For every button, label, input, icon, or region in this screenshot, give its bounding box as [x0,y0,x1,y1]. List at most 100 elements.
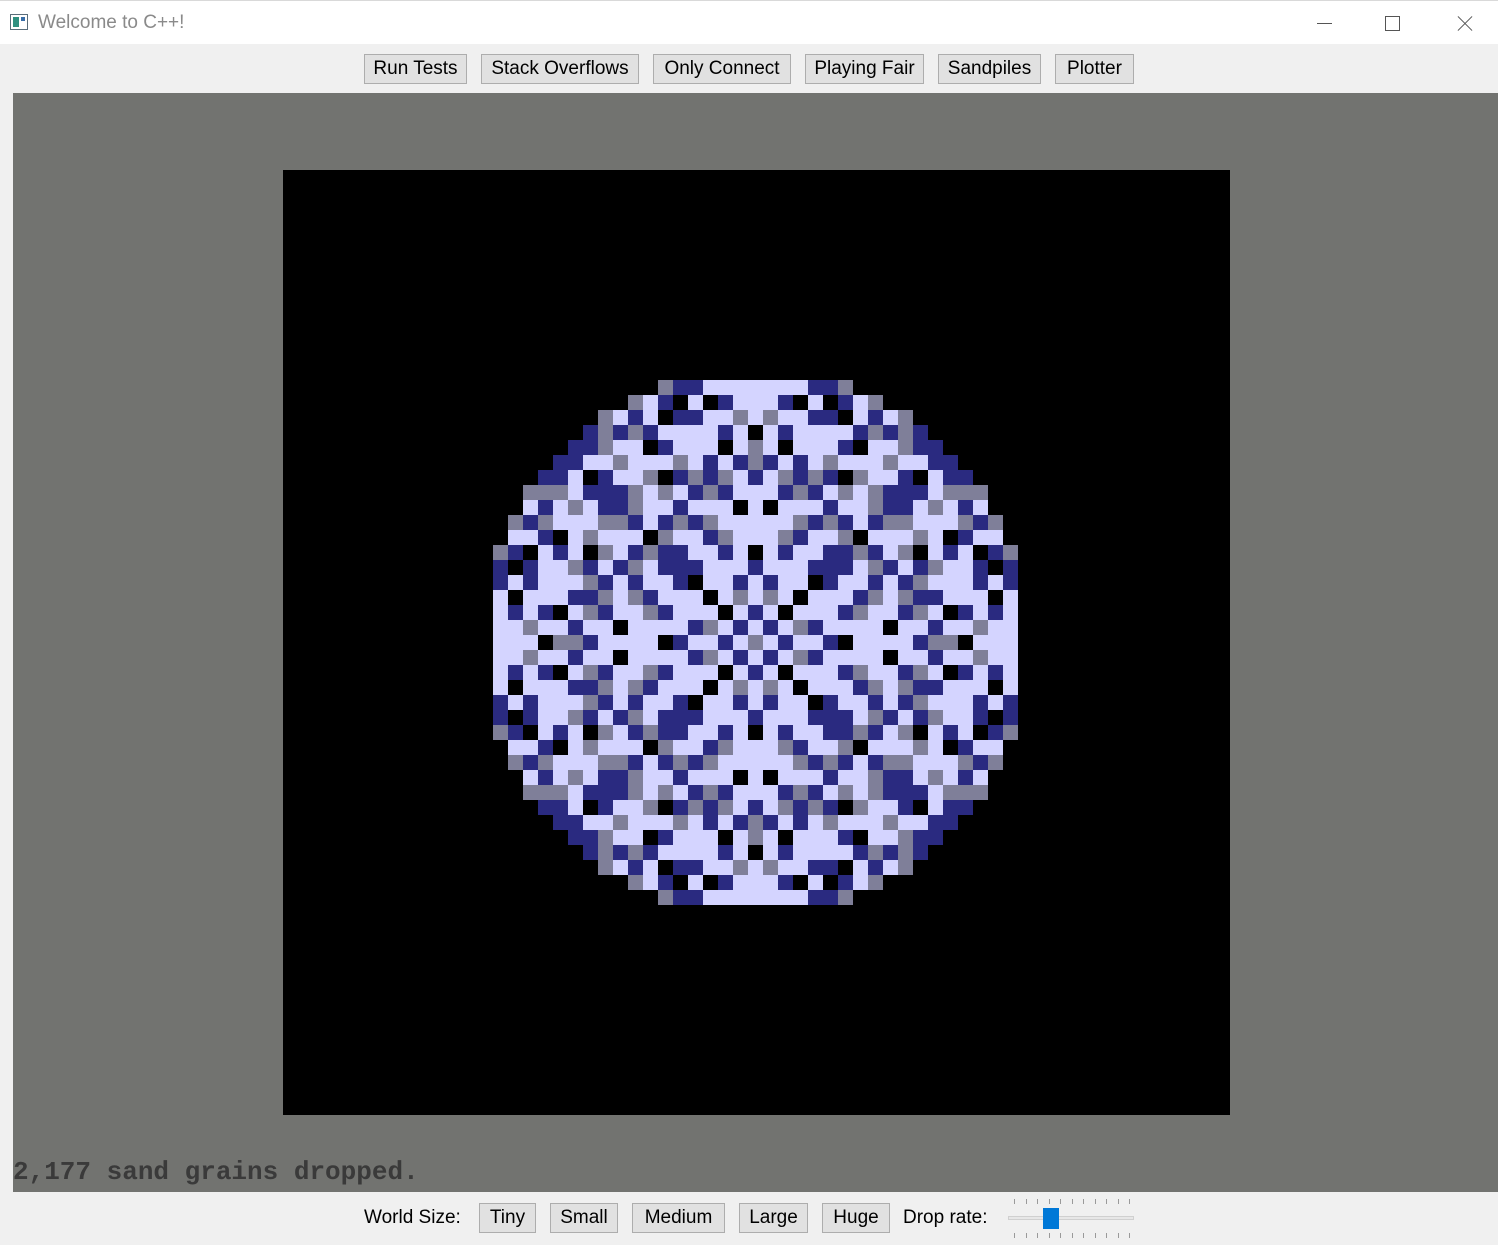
stack-overflows-button[interactable]: Stack Overflows [481,54,639,84]
sand-cell [523,665,538,680]
size-large-button[interactable]: Large [739,1203,808,1233]
sand-cell [673,740,688,755]
sand-cell [628,605,643,620]
sand-cell [523,590,538,605]
sand-cell [898,815,913,830]
sand-cell [988,755,1003,770]
drop-rate-slider[interactable] [1008,1199,1134,1239]
sand-cell [703,545,718,560]
sand-cell [883,440,898,455]
sand-cell [808,875,823,890]
sand-cell [493,605,508,620]
sand-cell [733,815,748,830]
sand-cell [673,380,688,395]
sand-cell [673,665,688,680]
sand-cell [928,500,943,515]
sand-cell [823,845,838,860]
sand-cell [868,815,883,830]
sand-cell [778,770,793,785]
sand-cell [763,605,778,620]
sand-cell [673,800,688,815]
sand-cell [973,530,988,545]
sand-cell [688,455,703,470]
sand-cell [808,800,823,815]
sand-cell [973,710,988,725]
sand-cell [508,755,523,770]
slider-thumb[interactable] [1043,1208,1060,1229]
sand-cell [733,860,748,875]
sand-cell [613,470,628,485]
sandpile-canvas[interactable] [283,170,1230,1115]
sand-cell [853,860,868,875]
sand-cell [958,695,973,710]
sand-cell [838,845,853,860]
size-tiny-button[interactable]: Tiny [479,1203,536,1233]
close-icon[interactable] [1433,1,1493,45]
sand-cell [943,455,958,470]
sand-cell [793,620,808,635]
sand-cell [583,845,598,860]
sand-cell [823,860,838,875]
sand-cell [643,395,658,410]
sand-cell [973,785,988,800]
plotter-button[interactable]: Plotter [1055,54,1134,84]
sand-cell [643,785,658,800]
sand-cell [763,800,778,815]
sand-cell [823,620,838,635]
sand-cell [628,830,643,845]
sand-cell [763,425,778,440]
sand-cell [733,530,748,545]
sand-cell [1003,650,1018,665]
sand-cell [868,680,883,695]
sand-cell [703,380,718,395]
sand-cell [883,860,898,875]
sand-cell [628,845,643,860]
sand-cell [673,830,688,845]
sand-cell [613,740,628,755]
sand-cell [493,665,508,680]
run-tests-button[interactable]: Run Tests [364,54,467,84]
only-connect-button[interactable]: Only Connect [653,54,791,84]
sand-cell [853,845,868,860]
sand-cell [628,410,643,425]
size-small-button[interactable]: Small [550,1203,618,1233]
sand-cell [628,575,643,590]
sand-cell [853,485,868,500]
sand-cell [913,575,928,590]
sand-cell [688,785,703,800]
sand-cell [673,680,688,695]
sand-cell [568,545,583,560]
sand-cell [808,500,823,515]
sand-cell [673,710,688,725]
sand-cell [808,425,823,440]
sand-cell [643,470,658,485]
size-huge-button[interactable]: Huge [822,1203,890,1233]
slider-track [1008,1216,1134,1220]
sand-cell [598,410,613,425]
sand-cell [508,515,523,530]
sand-cell [883,740,898,755]
sand-cell [868,875,883,890]
maximize-icon[interactable] [1362,1,1422,45]
sand-cell [628,470,643,485]
sandpiles-button[interactable]: Sandpiles [938,54,1041,84]
sand-cell [808,545,823,560]
sand-cell [658,560,673,575]
sand-cell [763,395,778,410]
sand-cell [628,680,643,695]
sand-cell [868,635,883,650]
size-medium-button[interactable]: Medium [632,1203,725,1233]
sand-cell [883,605,898,620]
sand-cell [973,740,988,755]
sand-cell [688,845,703,860]
sand-cell [688,755,703,770]
minimize-icon[interactable] [1294,1,1354,45]
sand-cell [733,680,748,695]
sand-cell [718,530,733,545]
playing-fair-button[interactable]: Playing Fair [805,54,924,84]
sand-cell [718,620,733,635]
sand-cell [523,710,538,725]
sand-cell [538,470,553,485]
sand-cell [838,500,853,515]
sand-cell [658,785,673,800]
